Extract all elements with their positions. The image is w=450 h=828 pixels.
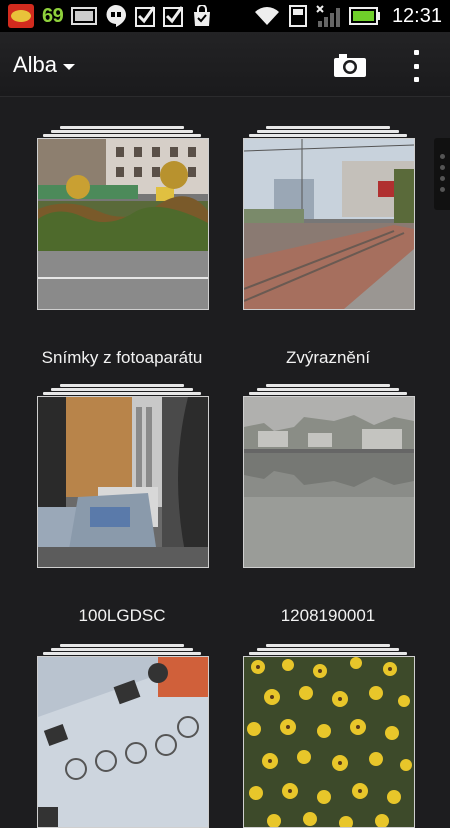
- action-bar: Alba: [0, 32, 450, 97]
- camera-icon: [334, 54, 366, 77]
- notification-count: 69: [42, 4, 64, 27]
- album-thumbnail: [243, 138, 415, 310]
- album-grid: Snímky z fotoaparátu Zvýraznění 100LGDSC…: [0, 97, 450, 828]
- more-vert-icon[interactable]: [406, 50, 426, 82]
- shopping-bag-icon: [191, 5, 213, 27]
- album-dropdown[interactable]: Alba: [13, 52, 76, 78]
- album-label: 100LGDSC: [78, 606, 166, 625]
- album-thumbnail: [37, 396, 209, 568]
- image-icon: [71, 6, 98, 26]
- album-thumbnail: [37, 138, 209, 310]
- app-badge-icon: [8, 4, 34, 28]
- checkbox-icon: [163, 5, 184, 27]
- scroll-handle[interactable]: [434, 138, 450, 210]
- checkbox-icon: [135, 5, 156, 27]
- album-thumbnail: [37, 656, 209, 828]
- camera-button[interactable]: [333, 52, 367, 78]
- album-thumbnail: [243, 656, 415, 828]
- album-thumbnail: [243, 396, 415, 568]
- album-label: Snímky z fotoaparátu: [41, 348, 203, 367]
- wifi-icon: [254, 6, 280, 26]
- album-title: Alba: [13, 52, 58, 77]
- album-label: 1208190001: [280, 606, 376, 625]
- album-label: Zvýraznění: [285, 348, 371, 367]
- sd-card-icon: [288, 5, 307, 27]
- hangouts-icon: [105, 4, 127, 28]
- signal-icon: [316, 5, 340, 27]
- status-bar: 69 12:31: [0, 0, 450, 32]
- chevron-down-icon: [63, 64, 76, 70]
- battery-icon: [348, 7, 381, 25]
- clock: 12:31: [391, 4, 442, 27]
